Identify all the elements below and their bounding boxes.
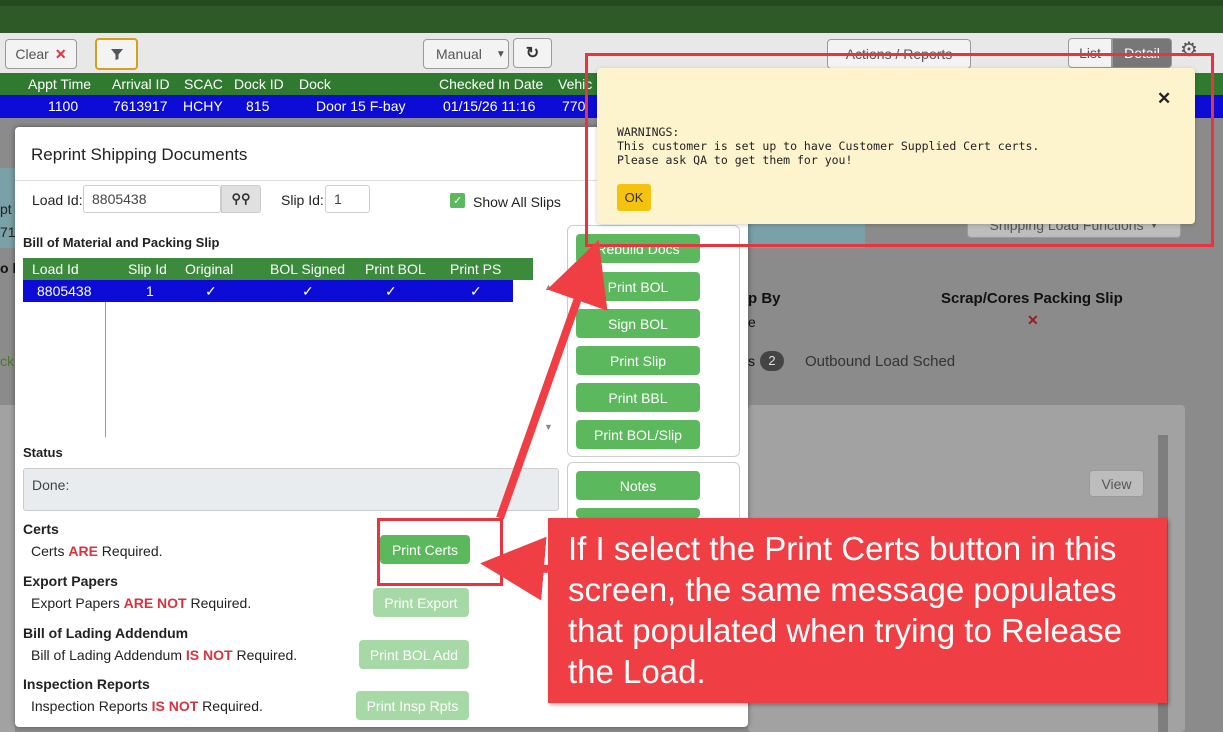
annotation-callout: If I select the Print Certs button in th… — [548, 518, 1167, 703]
arrow-to-warning — [496, 239, 608, 520]
arrow-to-print-certs — [480, 536, 549, 601]
